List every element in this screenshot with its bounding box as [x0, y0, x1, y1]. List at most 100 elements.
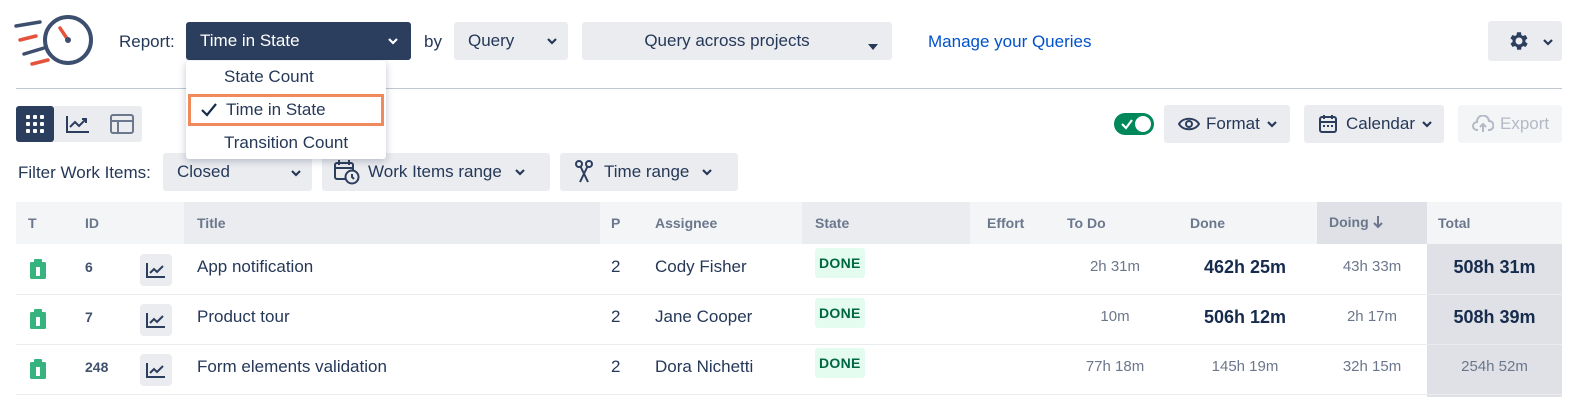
by-select[interactable]: Query [454, 22, 568, 60]
check-icon [1120, 117, 1134, 136]
row-priority: 2 [611, 307, 621, 326]
chart-view-button[interactable] [54, 106, 102, 142]
row-chart-button[interactable] [140, 254, 172, 286]
grid-view-button[interactable] [16, 106, 54, 142]
row-divider [16, 394, 1562, 395]
type-icon [30, 259, 46, 279]
toggle-switch[interactable] [1114, 113, 1154, 135]
row-chart-button[interactable] [140, 304, 172, 336]
calendar-button[interactable]: Calendar [1304, 105, 1444, 143]
col-header-type[interactable]: T [28, 215, 37, 231]
format-button[interactable]: Format [1164, 105, 1290, 143]
chevron-down-icon [701, 166, 713, 178]
by-label: by [424, 32, 442, 51]
check-icon [200, 102, 218, 118]
cloud-upload-icon [1472, 115, 1494, 133]
title-header-bg [184, 202, 600, 244]
report-option-state-count[interactable]: State Count [186, 61, 386, 93]
calendar-label: Calendar [1346, 114, 1415, 133]
filter-label: Filter Work Items: [18, 163, 151, 182]
col-header-total[interactable]: Total [1438, 215, 1470, 231]
row-doing: 2h 17m [1346, 308, 1398, 325]
row-done: 145h 19m [1211, 358, 1279, 375]
col-header-done[interactable]: Done [1190, 215, 1225, 231]
col-header-priority[interactable]: P [611, 215, 620, 231]
chevron-down-icon [546, 34, 558, 52]
time-range-button[interactable]: Time range [560, 153, 738, 191]
col-header-title[interactable]: Title [197, 215, 226, 231]
pivot-view-button[interactable] [102, 106, 142, 142]
status-badge: DONE [815, 298, 865, 328]
report-option-time-in-state[interactable]: Time in State [188, 94, 384, 126]
row-chart-button[interactable] [140, 354, 172, 386]
line-chart-icon [146, 312, 166, 328]
row-assignee: Cody Fisher [655, 257, 747, 276]
row-doing: 32h 15m [1342, 358, 1402, 375]
report-option-transition-count[interactable]: Transition Count [186, 127, 386, 159]
row-todo: 77h 18m [1085, 358, 1145, 375]
query-select[interactable]: Query across projects [582, 22, 892, 60]
report-option-label: State Count [224, 67, 314, 86]
report-option-label: Time in State [226, 100, 326, 119]
chevron-down-icon [1421, 118, 1433, 130]
work-items-range-label: Work Items range [368, 162, 502, 181]
export-label: Export [1500, 114, 1550, 133]
row-done: 462h 25m [1203, 257, 1287, 277]
row-done: 506h 12m [1203, 307, 1287, 327]
row-title[interactable]: App notification [197, 257, 313, 277]
col-header-todo[interactable]: To Do [1067, 215, 1106, 231]
status-badge: DONE [815, 348, 865, 378]
time-range-label: Time range [604, 162, 690, 181]
col-header-effort[interactable]: Effort [987, 215, 1024, 231]
chevron-down-icon [1266, 118, 1278, 130]
by-select-value: Query [468, 31, 515, 50]
chevron-down-icon [514, 166, 526, 178]
toggle-knob [1135, 116, 1151, 132]
settings-button[interactable] [1488, 21, 1562, 61]
gear-icon [1506, 29, 1530, 53]
row-todo: 10m [1100, 308, 1130, 325]
row-title[interactable]: Form elements validation [197, 357, 387, 377]
row-total: 254h 52m [1461, 358, 1528, 375]
row-priority: 2 [611, 257, 621, 276]
table-layout-icon [110, 114, 134, 134]
report-label: Report: [119, 32, 175, 51]
row-total: 508h 39m [1453, 307, 1536, 327]
col-header-doing[interactable]: Doing [1329, 214, 1383, 230]
report-select[interactable]: Time in State [186, 22, 411, 60]
chevron-down-icon [290, 166, 302, 184]
report-select-value: Time in State [200, 31, 300, 50]
col-header-state[interactable]: State [815, 215, 849, 231]
status-badge: DONE [815, 248, 865, 278]
row-id[interactable]: 6 [85, 259, 93, 275]
status-filter-value: Closed [177, 162, 230, 181]
row-assignee: Jane Cooper [655, 307, 753, 326]
eye-icon [1178, 116, 1200, 132]
type-icon [30, 359, 46, 379]
chevron-down-icon [1542, 35, 1554, 53]
arrow-down-icon [1372, 215, 1383, 229]
line-chart-icon [146, 362, 166, 378]
grid-icon [26, 115, 44, 133]
export-button[interactable]: Export [1458, 105, 1562, 143]
line-chart-icon [146, 262, 166, 278]
type-icon [30, 309, 46, 329]
status-badge-label: DONE [815, 248, 865, 278]
row-doing: 43h 33m [1342, 258, 1402, 275]
app-logo [14, 10, 96, 72]
col-header-assignee[interactable]: Assignee [655, 215, 717, 231]
scissors-icon [574, 160, 594, 184]
manage-queries-link[interactable]: Manage your Queries [928, 32, 1091, 52]
row-id[interactable]: 248 [85, 359, 108, 375]
row-id[interactable]: 7 [85, 309, 93, 325]
col-header-doing-label: Doing [1329, 214, 1369, 230]
report-option-label: Transition Count [224, 133, 349, 152]
status-badge-label: DONE [815, 298, 865, 328]
col-header-id[interactable]: ID [85, 215, 99, 231]
row-total: 508h 31m [1453, 257, 1536, 277]
row-title[interactable]: Product tour [197, 307, 290, 327]
chevron-down-icon [387, 34, 399, 52]
row-assignee: Dora Nichetti [655, 357, 754, 376]
report-dropdown-menu: State Count Time in State Transition Cou… [186, 61, 386, 159]
caret-down-icon [868, 38, 878, 56]
